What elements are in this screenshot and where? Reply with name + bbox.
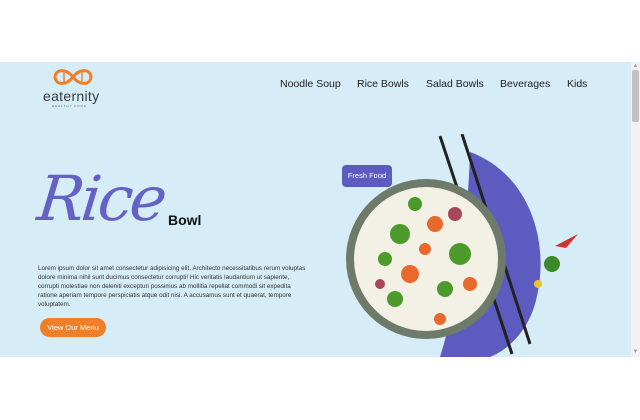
infinity-fork-logo-icon (53, 69, 93, 85)
brand-logo[interactable]: eaternity HEALTHY FOOD (40, 66, 108, 108)
nav-item-beverages[interactable]: Beverages (500, 78, 550, 90)
hero-description: Lorem ipsum dolor sit amet consectetur a… (38, 265, 306, 308)
view-menu-button[interactable]: View Our Menu (40, 318, 106, 337)
brand-tagline: HEALTHY FOOD (52, 104, 88, 108)
scroll-up-arrow-icon[interactable]: ▲ (632, 63, 639, 70)
scroll-down-arrow-icon[interactable]: ▼ (632, 349, 639, 356)
browser-page: eaternity HEALTHY FOOD Noodle Soup Rice … (0, 0, 640, 420)
nav-item-salad-bowls[interactable]: Salad Bowls (426, 78, 484, 90)
hero-title: Rice Bowl (34, 162, 238, 252)
nav-item-rice-bowls[interactable]: Rice Bowls (357, 78, 409, 90)
nav-item-kids[interactable]: Kids (567, 78, 587, 90)
scrollbar-thumb[interactable] (632, 70, 639, 122)
hero-subtitle: Bowl (168, 212, 202, 228)
nav-item-noodle-soup[interactable]: Noodle Soup (280, 78, 341, 90)
fresh-food-badge: Fresh Food (342, 165, 392, 187)
hero-script-title: Rice (34, 162, 168, 235)
vertical-scrollbar[interactable]: ▲ ▼ (631, 62, 640, 357)
hero-section: eaternity HEALTHY FOOD Noodle Soup Rice … (0, 62, 640, 357)
brand-name: eaternity (43, 88, 100, 104)
main-nav: Noodle Soup Rice Bowls Salad Bowls Bever… (270, 78, 595, 94)
